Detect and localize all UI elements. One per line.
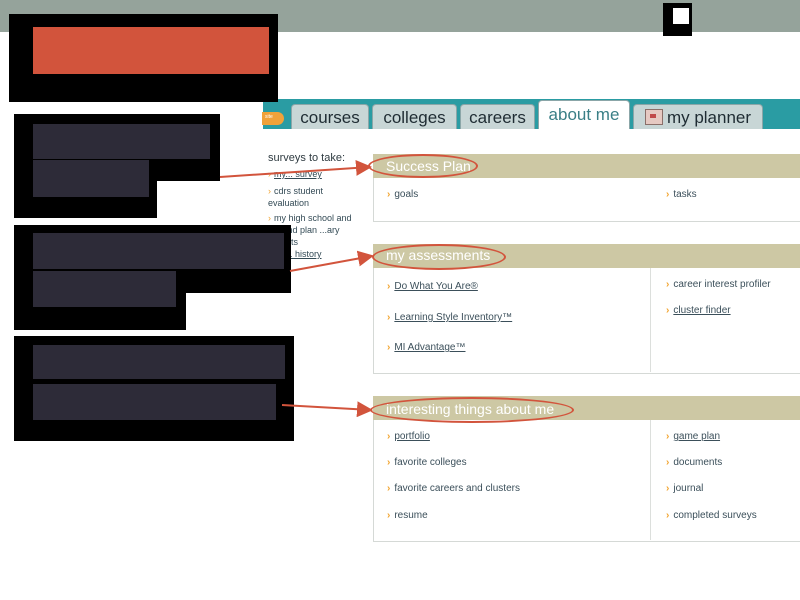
arrow-to-interesting	[281, 401, 373, 418]
arrow-to-assessments	[289, 250, 374, 272]
annotation-arrows	[219, 159, 374, 418]
arrow-to-success-plan	[219, 159, 372, 178]
